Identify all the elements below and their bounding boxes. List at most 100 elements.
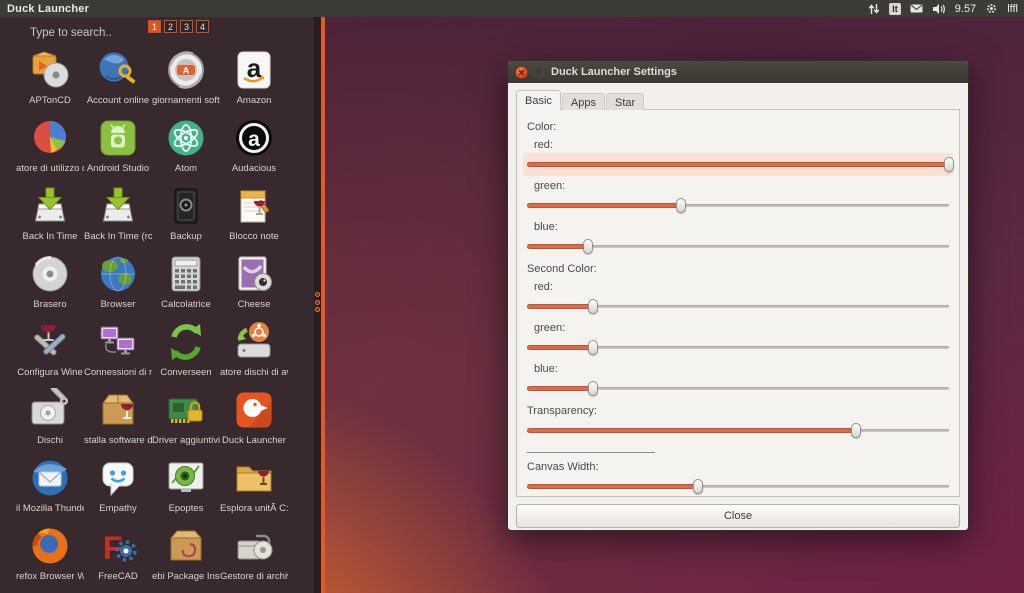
backup-icon — [164, 184, 208, 228]
ducklauncher-icon — [232, 388, 276, 432]
search-input[interactable]: Type to search.. — [30, 27, 112, 39]
page-button-2[interactable]: 2 — [164, 20, 177, 33]
session-gear-icon[interactable] — [985, 2, 998, 15]
close-button[interactable]: Close — [516, 504, 960, 528]
slider-track[interactable] — [527, 163, 949, 166]
clock[interactable]: 9.57 — [955, 3, 976, 15]
launcher-app[interactable]: FFreeCAD — [84, 524, 152, 592]
launcher-app[interactable]: Esplora unitÃ C: — [220, 456, 288, 524]
app-label: Account online — [84, 95, 152, 106]
tab-basic[interactable]: Basic — [516, 90, 561, 110]
launcher-app[interactable]: atore di utilizzo di — [16, 116, 84, 184]
slider-thumb[interactable] — [944, 157, 954, 172]
launcher-app[interactable]: APTonCD — [16, 48, 84, 116]
brasero-icon — [28, 252, 72, 296]
keyboard-indicator-icon[interactable] — [868, 3, 880, 15]
launcher-app[interactable]: Calcolatrice — [152, 252, 220, 320]
slider-track[interactable] — [527, 387, 949, 390]
slider-thumb[interactable] — [588, 340, 598, 355]
app-label: ebi Package Insta — [152, 571, 220, 582]
freecad-icon: F — [96, 524, 140, 568]
app-label: Calcolatrice — [152, 299, 220, 310]
thunderbird-icon — [28, 456, 72, 500]
app-label: Android Studio — [84, 163, 152, 174]
launcher-app[interactable]: Agiornamenti softw — [152, 48, 220, 116]
launcher-app[interactable]: Converseen — [152, 320, 220, 388]
slider-track[interactable] — [527, 305, 949, 308]
tab-apps[interactable]: Apps — [562, 93, 605, 110]
slider-thumb[interactable] — [588, 299, 598, 314]
mail-icon[interactable] — [910, 4, 923, 13]
window-titlebar[interactable]: Duck Launcher Settings — [508, 61, 968, 83]
app-label: Duck Launcher — [220, 435, 288, 446]
session-label[interactable]: lffl — [1007, 3, 1018, 15]
launcher-app[interactable]: Empathy — [84, 456, 152, 524]
launcher-app[interactable]: Duck Launcher — [220, 388, 288, 456]
keyboard-layout-indicator[interactable]: It — [889, 3, 901, 15]
launcher-app[interactable]: Blocco note — [220, 184, 288, 252]
wineconfig-icon — [28, 320, 72, 364]
launcher-app[interactable]: ebi Package Insta — [152, 524, 220, 592]
app-grid: APTonCDAccount onlineAgiornamenti softwa… — [16, 48, 288, 592]
launcher-app[interactable]: Back In Time (root — [84, 184, 152, 252]
launcher-app[interactable]: Driver aggiuntivi — [152, 388, 220, 456]
app-label: Back In Time (root — [84, 231, 152, 242]
app-label: Connessioni di rete — [84, 367, 152, 378]
app-label: il Mozilla Thunder — [16, 503, 84, 514]
launcher-app[interactable]: Gestore di archivi — [220, 524, 288, 592]
launcher-app[interactable]: Android Studio — [84, 116, 152, 184]
launcher-app[interactable]: Cheese — [220, 252, 288, 320]
app-label: stalla software di — [84, 435, 152, 446]
slider-thumb[interactable] — [588, 381, 598, 396]
diskusage-icon — [28, 116, 72, 160]
launcher-app[interactable]: Atom — [152, 116, 220, 184]
launcher-app[interactable]: stalla software di — [84, 388, 152, 456]
group-label: Canvas Width: — [527, 461, 949, 475]
launcher-app[interactable]: refox Browser We — [16, 524, 84, 592]
slider-thumb[interactable] — [693, 479, 703, 494]
slider-thumb[interactable] — [676, 198, 686, 213]
startupdisk-icon — [232, 320, 276, 364]
volume-icon[interactable] — [932, 3, 946, 15]
slider-track[interactable] — [527, 204, 949, 207]
app-label: Configura Wine — [16, 367, 84, 378]
launcher-app[interactable]: Back In Time — [16, 184, 84, 252]
app-label: Blocco note — [220, 231, 288, 242]
separator — [527, 452, 655, 453]
slider-track[interactable] — [527, 485, 949, 488]
launcher-app[interactable]: Browser — [84, 252, 152, 320]
slider-track[interactable] — [527, 346, 949, 349]
launcher-app[interactable]: aAudacious — [220, 116, 288, 184]
window-close-icon[interactable] — [515, 66, 528, 79]
app-label: Converseen — [152, 367, 220, 378]
launcher-app[interactable]: Configura Wine — [16, 320, 84, 388]
slider-track[interactable] — [527, 245, 949, 248]
launcher-app[interactable]: Account online — [84, 48, 152, 116]
settings-window: Duck Launcher Settings BasicAppsStar Col… — [507, 60, 969, 531]
slider-thumb[interactable] — [583, 239, 593, 254]
panel-resize-handle[interactable] — [315, 292, 321, 315]
app-label: Brasero — [16, 299, 84, 310]
window-minimize-icon[interactable] — [533, 67, 544, 78]
launcher-app[interactable]: Connessioni di rete — [84, 320, 152, 388]
svg-text:a: a — [248, 128, 260, 151]
page-button-4[interactable]: 4 — [196, 20, 209, 33]
launcher-app[interactable]: atore dischi di av — [220, 320, 288, 388]
page-button-1[interactable]: 1 — [148, 20, 161, 33]
accounts-icon — [96, 48, 140, 92]
slider-thumb[interactable] — [851, 423, 861, 438]
firefox-icon — [28, 524, 72, 568]
launcher-app[interactable]: il Mozilla Thunder — [16, 456, 84, 524]
page-button-3[interactable]: 3 — [180, 20, 193, 33]
launcher-app[interactable]: Backup — [152, 184, 220, 252]
launcher-app[interactable]: Brasero — [16, 252, 84, 320]
slider-track[interactable] — [527, 429, 949, 432]
archivemanager-icon — [232, 524, 276, 568]
app-label: Esplora unitÃ C: — [220, 503, 288, 514]
tab-star[interactable]: Star — [606, 93, 644, 110]
launcher-app[interactable]: Epoptes — [152, 456, 220, 524]
launcher-app[interactable]: Dischi — [16, 388, 84, 456]
backintime-icon — [96, 184, 140, 228]
launcher-app[interactable]: aAmazon — [220, 48, 288, 116]
disks-icon — [28, 388, 72, 432]
